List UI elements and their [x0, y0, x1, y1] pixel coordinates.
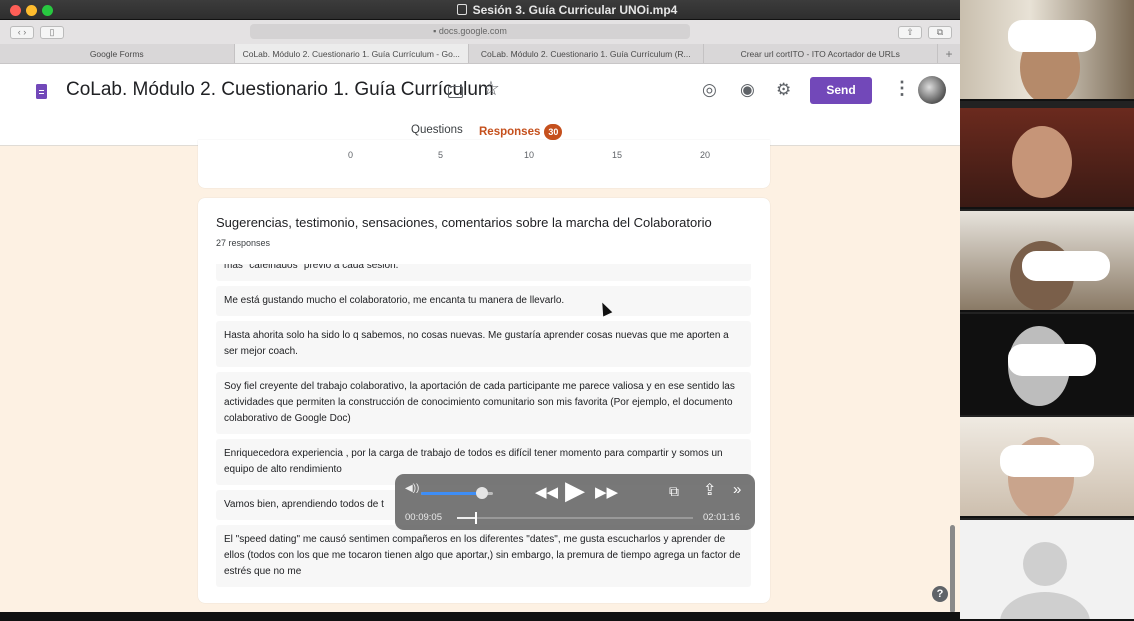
- send-button[interactable]: Send: [810, 77, 872, 104]
- participant-video-tile[interactable]: [960, 108, 1134, 209]
- total-time: 02:01:16: [703, 512, 740, 523]
- new-tab-button[interactable]: +: [938, 44, 960, 63]
- form-title[interactable]: CoLab. Módulo 2. Cuestionario 1. Guía Cu…: [66, 79, 494, 101]
- browser-toolbar: ‹ › ▯ ▪ docs.google.com ⇧ ⧉: [0, 20, 960, 44]
- volume-icon[interactable]: ◀)): [405, 483, 419, 494]
- participant-video-tile[interactable]: [960, 520, 1134, 621]
- participant-video-tile[interactable]: [960, 417, 1134, 518]
- browser-tab[interactable]: Google Forms: [0, 44, 235, 63]
- seek-bar-playhead[interactable]: [474, 512, 477, 524]
- participant-video-tile[interactable]: [960, 211, 1134, 312]
- forms-header: CoLab. Módulo 2. Cuestionario 1. Guía Cu…: [0, 64, 960, 120]
- participant-video-tile[interactable]: [960, 0, 1134, 101]
- participant-video-tile[interactable]: [960, 314, 1134, 415]
- browser-tab[interactable]: CoLab. Módulo 2. Cuestionario 1. Guía Cu…: [469, 44, 704, 63]
- screen-bottom-bar: [0, 612, 960, 621]
- response-item: Me está gustando mucho el colaboratorio,…: [216, 286, 751, 316]
- tab-responses[interactable]: Responses 30: [479, 124, 563, 140]
- window-title: Sesión 3. Guía Curricular UNOi.mp4: [472, 3, 678, 17]
- seek-bar-fill: [457, 517, 475, 519]
- account-avatar[interactable]: [918, 76, 946, 104]
- chart-card: 0 5 10 15 20: [198, 140, 770, 188]
- redaction-box: [1022, 251, 1110, 281]
- back-forward-buttons[interactable]: ‹ ›: [10, 26, 34, 39]
- star-icon[interactable]: ☆: [482, 76, 500, 101]
- axis-tick: 5: [438, 150, 444, 160]
- browser-tabs: Google Forms CoLab. Módulo 2. Cuestionar…: [0, 44, 960, 64]
- tabs-overview-icon[interactable]: ⧉: [928, 26, 952, 39]
- response-item: Soy fiel creyente del trabajo colaborati…: [216, 372, 751, 434]
- redaction-box: [1000, 445, 1094, 477]
- axis-tick: 10: [524, 150, 535, 160]
- tab-responses-label: Responses: [479, 126, 541, 138]
- response-item: El "speed dating" me causó sentimen comp…: [216, 525, 751, 587]
- address-bar[interactable]: ▪ docs.google.com: [250, 24, 690, 39]
- fast-forward-icon[interactable]: ▶▶: [595, 483, 618, 501]
- rewind-icon[interactable]: ◀◀: [535, 483, 558, 501]
- participant-avatar-placeholder-icon: [1023, 542, 1067, 586]
- redaction-box: [1008, 344, 1096, 376]
- response-list[interactable]: mas "cafeinados" previo a cada sesión. M…: [216, 264, 751, 594]
- axis-tick: 20: [700, 150, 711, 160]
- help-icon[interactable]: ?: [932, 586, 948, 602]
- response-count: 27 responses: [216, 238, 271, 248]
- preview-eye-icon[interactable]: ◉: [740, 80, 755, 100]
- participant-avatar-body: [1000, 592, 1090, 619]
- share-icon[interactable]: ⇧: [898, 26, 922, 39]
- video-file-icon: [456, 4, 467, 15]
- page-scrollbar[interactable]: [950, 525, 955, 612]
- elapsed-time: 00:09:05: [405, 512, 442, 523]
- volume-slider-fill: [421, 492, 483, 495]
- browser-tab[interactable]: Crear url cortITO - ITO Acortador de URL…: [704, 44, 938, 63]
- sidebar-toggle-icon[interactable]: ▯: [40, 26, 64, 39]
- folder-icon[interactable]: [448, 86, 463, 98]
- picture-in-picture-icon[interactable]: ⧉: [669, 483, 679, 500]
- participant-gallery: [960, 0, 1134, 621]
- participant-face: [1012, 126, 1072, 198]
- axis-tick: 15: [612, 150, 623, 160]
- question-card: Sugerencias, testimonio, sensaciones, co…: [198, 198, 770, 603]
- seek-bar[interactable]: [457, 512, 693, 524]
- play-icon[interactable]: ▶: [565, 475, 585, 506]
- more-options-icon[interactable]: ⋮: [893, 78, 911, 99]
- settings-gear-icon[interactable]: ⚙: [776, 80, 791, 100]
- forms-logo-icon[interactable]: [36, 84, 47, 99]
- response-item: mas "cafeinados" previo a cada sesión.: [216, 264, 751, 281]
- browser-tab-active[interactable]: CoLab. Módulo 2. Cuestionario 1. Guía Cu…: [234, 44, 469, 63]
- response-item: Hasta ahorita solo ha sido lo q sabemos,…: [216, 321, 751, 367]
- volume-slider-knob[interactable]: [476, 487, 489, 499]
- share-icon[interactable]: ⇪: [703, 480, 716, 500]
- redaction-box: [1008, 20, 1096, 52]
- palette-icon[interactable]: ◎: [702, 80, 717, 100]
- responses-count-badge: 30: [544, 124, 563, 140]
- tab-questions[interactable]: Questions: [411, 124, 463, 136]
- more-controls-icon[interactable]: »: [733, 481, 741, 498]
- axis-tick: 0: [348, 150, 354, 160]
- video-player-controls: ◀)) ◀◀ ▶ ▶▶ ⧉ ⇪ » 00:09:05 02:01:16: [395, 474, 755, 530]
- question-title: Sugerencias, testimonio, sensaciones, co…: [216, 215, 712, 230]
- shared-screen: ‹ › ▯ ▪ docs.google.com ⇧ ⧉ Google Forms…: [0, 20, 960, 612]
- address-bar-url: docs.google.com: [438, 26, 507, 36]
